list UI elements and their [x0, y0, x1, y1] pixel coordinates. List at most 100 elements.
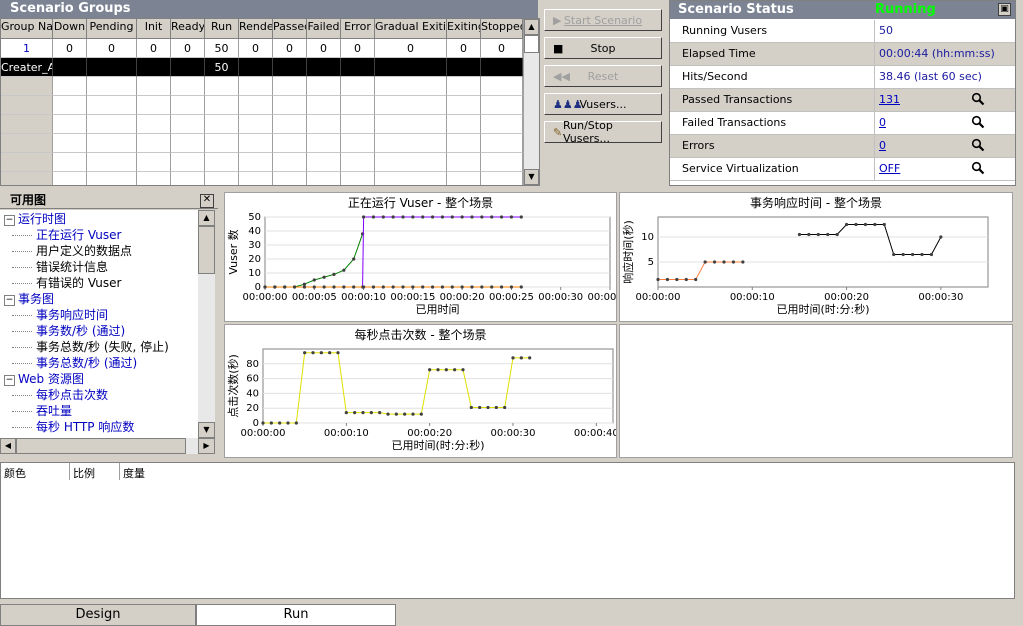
grid-row-cell[interactable]: Creater_Ac [1, 58, 53, 77]
grid-row-cell[interactable] [307, 58, 341, 77]
chart-transaction-response[interactable]: 事务响应时间 - 整个场景 5 10 00:00:00 00:00:10 00:00:20… [619, 192, 1013, 322]
data-point [440, 215, 445, 219]
graph-tree[interactable]: − 运行时图 正在运行 Vuser 用户定义的数据点 错误统计信息 有错误的 Vuser −… [0, 210, 198, 438]
data-point [826, 232, 830, 237]
grid-row-cell[interactable] [375, 58, 447, 77]
collapse-icon[interactable]: − [4, 375, 15, 386]
tree-item[interactable]: 事务数/秒 (通过) [12, 323, 125, 339]
collapse-icon[interactable]: − [4, 215, 15, 226]
running-vusers-svg: 正在运行 Vuser - 整个场景0102030405000:00:00 00:0… [227, 195, 632, 316]
tree-item[interactable]: 事务响应时间 [12, 307, 108, 323]
close-icon[interactable]: ✕ [200, 194, 214, 208]
tree-group[interactable]: − 事务图 [4, 291, 54, 307]
grid-header[interactable]: Run [205, 19, 239, 39]
magnifier-icon[interactable] [971, 161, 985, 175]
scroll-thumb[interactable] [198, 226, 215, 274]
grid-empty-cell [53, 115, 87, 134]
grid-empty-cell [87, 115, 137, 134]
scroll-right-icon[interactable]: ▶ [198, 438, 215, 454]
tree-item[interactable]: 正在运行 Vuser [12, 227, 121, 243]
vusers-button[interactable]: ♟♟♟ Vusers... [544, 93, 662, 115]
tree-horizontal-scrollbar[interactable]: ◀ ▶ [0, 438, 215, 454]
grid-header[interactable]: Passed [273, 19, 307, 39]
magnifier-icon[interactable] [971, 92, 985, 106]
grid-header[interactable]: Ready [171, 19, 205, 39]
grid-total-cell: 1 [1, 39, 53, 58]
reset-button[interactable]: ◀◀ Reset [544, 65, 662, 87]
tree-item[interactable]: 有错误的 Vuser [12, 275, 121, 291]
grid-header[interactable]: Init [137, 19, 171, 39]
x-tick-label: 00:00:20 [824, 292, 869, 303]
status-value-text[interactable]: 0 [879, 139, 886, 152]
grid-header[interactable]: Group Name [1, 19, 53, 39]
grid-row-cell[interactable] [447, 58, 481, 77]
tree-vertical-scrollbar[interactable]: ▲ ▼ [198, 210, 215, 438]
grid-empty-cell [481, 77, 523, 96]
grid-header[interactable]: Error [341, 19, 375, 39]
grid-row-cell[interactable] [171, 58, 205, 77]
grid-header[interactable]: Pending [87, 19, 137, 39]
grid-vertical-scrollbar[interactable]: ▲ ▼ [523, 19, 539, 185]
data-point [352, 257, 356, 261]
status-value-text[interactable]: OFF [879, 162, 900, 175]
grid-empty-cell [53, 153, 87, 172]
tree-item-label: 每秒点击次数 [36, 388, 109, 402]
grid-header[interactable]: Exiting [447, 19, 481, 39]
grid-row-cell[interactable] [53, 58, 87, 77]
grid-row-cell[interactable]: 50 [205, 58, 239, 77]
tree-item[interactable]: 用户定义的数据点 [12, 243, 132, 259]
tree-group[interactable]: − 运行时图 [4, 211, 66, 227]
scroll-left-icon[interactable]: ◀ [0, 438, 16, 454]
y-axis-label: 响应时间(秒) [621, 220, 635, 284]
status-value[interactable]: OFF [874, 158, 1015, 180]
grid-row-cell[interactable] [341, 58, 375, 77]
magnifier-icon[interactable] [971, 138, 985, 152]
grid-header[interactable]: Gradual Exiting [375, 19, 447, 39]
run-stop-vusers-button[interactable]: ✎ Run/Stop Vusers... [544, 119, 662, 145]
status-value[interactable]: 0 [874, 112, 1015, 134]
grid-row-cell[interactable] [273, 58, 307, 77]
stop-button[interactable]: ■ Stop [544, 37, 662, 59]
tree-group[interactable]: − Web 资源图 [4, 371, 84, 387]
tree-item[interactable]: 每秒点击次数 [12, 387, 109, 403]
status-row: Hits/Second 38.46 (last 60 sec) [670, 66, 1015, 89]
scroll-thumb[interactable] [524, 35, 539, 53]
tab-design[interactable]: Design [0, 604, 196, 626]
grid-header[interactable]: Failed [307, 19, 341, 39]
magnifier-icon[interactable] [971, 115, 985, 129]
chart-running-vusers[interactable]: 正在运行 Vuser - 整个场景 0 10 20 30 40 50 00:00:00 00:0… [224, 192, 632, 322]
status-label: Errors [670, 135, 874, 157]
grid-header[interactable]: Rendez [239, 19, 273, 39]
grid-row-cell[interactable] [481, 58, 523, 77]
data-point [450, 285, 454, 289]
tab-run[interactable]: Run [196, 604, 396, 626]
tree-item[interactable]: 每秒 HTTP 响应数 [12, 419, 134, 435]
scroll-up-icon[interactable]: ▲ [524, 19, 539, 35]
status-value-text[interactable]: 131 [879, 93, 900, 106]
tree-item[interactable]: 错误统计信息 [12, 259, 108, 275]
grid-row-cell[interactable] [239, 58, 273, 77]
restore-icon[interactable]: ▣ [998, 3, 1011, 16]
grid-row-cell[interactable] [87, 58, 137, 77]
status-value[interactable]: 0 [874, 135, 1015, 157]
scroll-up-icon[interactable]: ▲ [198, 210, 215, 226]
grid-row-cell[interactable] [137, 58, 171, 77]
tree-item[interactable]: 事务总数/秒 (通过) [12, 355, 137, 371]
start-scenario-button[interactable]: ▶ Start Scenario [544, 9, 662, 31]
collapse-icon[interactable]: − [4, 295, 15, 306]
tree-item[interactable]: 吞吐量 [12, 403, 72, 419]
chart-hits-per-second[interactable]: 每秒点击次数 - 整个场景 0 20 40 60 80 00:00:00 00:00:10 00… [224, 324, 619, 458]
tree-item[interactable]: 事务总数/秒 (失败, 停止) [12, 339, 169, 355]
scroll-down-icon[interactable]: ▼ [198, 422, 215, 438]
grid-header[interactable]: Stopped [481, 19, 523, 39]
scenario-groups-grid[interactable]: Group NameDownPendingInitReadyRunRendezP… [0, 18, 540, 186]
data-point [311, 351, 315, 355]
status-value[interactable]: 131 [874, 89, 1015, 111]
status-value-text[interactable]: 0 [879, 116, 886, 129]
grid-header[interactable]: Down [53, 19, 87, 39]
scroll-down-icon[interactable]: ▼ [524, 169, 539, 185]
grid-empty-cell [481, 115, 523, 134]
plot-area [657, 216, 989, 288]
x-axis-label: 已用时间 [416, 303, 460, 316]
hscroll-thumb[interactable] [16, 438, 186, 454]
